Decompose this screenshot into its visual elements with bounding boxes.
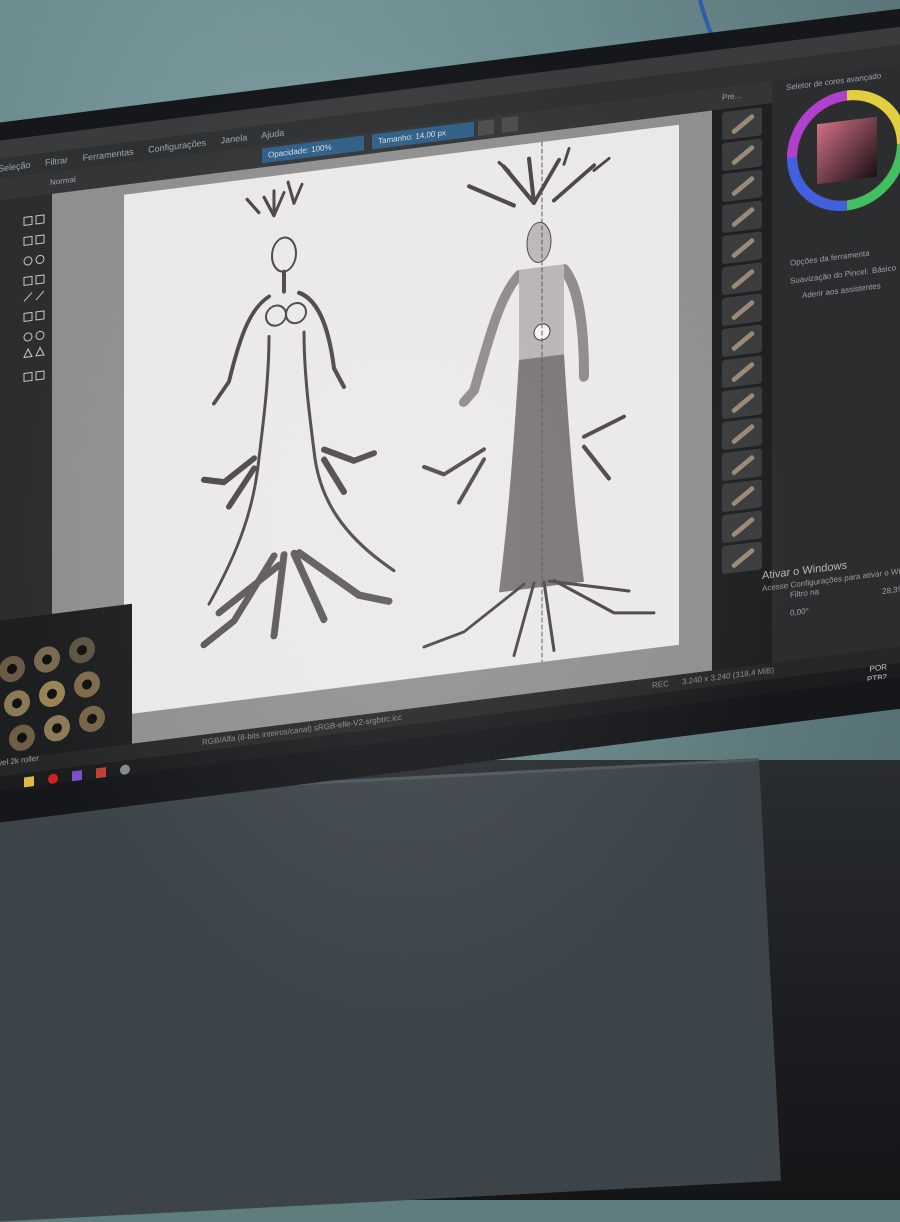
brush-preset-5[interactable] [722,231,762,265]
zoom-readout: 28,3% [882,584,900,597]
brush-preset-13[interactable] [722,479,762,513]
brush-preset-9[interactable] [722,355,762,389]
brush-preset-15[interactable] [722,541,762,575]
color-wheel[interactable] [782,77,900,223]
krita-window: Seleção Filtrar Ferramentas Configuraçõe… [0,23,900,792]
brush-preset-2[interactable] [722,138,762,172]
menu-help[interactable]: Ajuda [261,128,284,141]
mirror-icon[interactable] [478,119,494,137]
tree-figure-sketches [200,141,656,663]
menu-settings[interactable]: Configurações [148,137,206,154]
tool-icons[interactable] [0,194,52,502]
menu-selection[interactable]: Seleção [0,160,31,174]
brush-preset-12[interactable] [722,448,762,482]
rotation-readout: 0,00° [790,606,809,618]
taskbar-app-krita[interactable] [72,770,82,782]
taskbar-app-explorer[interactable] [24,776,34,788]
brush-smoothing-select[interactable]: Básico [872,263,896,275]
brush-smoothing-label: Suavização do Pincel: [790,266,869,286]
brush-preset-14[interactable] [722,510,762,544]
menu-tools[interactable]: Ferramentas [83,147,134,163]
tool-options-title: Opções da ferramenta [790,248,870,268]
snap-assistants-checkbox[interactable]: Aderir aos assistentes [802,281,881,300]
menu-filter[interactable]: Filtrar [45,155,68,168]
brush-preset-3[interactable] [722,169,762,203]
brush-preset-1[interactable] [722,107,762,141]
canvas-area[interactable] [52,110,712,754]
wrap-icon[interactable] [502,116,518,134]
brush-preset-7[interactable] [722,293,762,327]
right-figure-render [422,141,656,663]
brush-preset-8[interactable] [722,324,762,358]
blend-mode-select[interactable]: Normal [50,175,76,187]
taskbar-app-obs[interactable] [120,764,130,776]
brush-preset-11[interactable] [722,417,762,451]
artwork-canvas[interactable] [124,124,679,715]
monitor: Seleção Filtrar Ferramentas Configuraçõe… [0,0,900,1200]
right-docker: Seletor de cores avançado Opções da ferr… [762,60,900,671]
brush-preset-6[interactable] [722,262,762,296]
menu-window[interactable]: Janela [221,132,248,145]
brush-preset-4[interactable] [722,200,762,234]
brush-preset-10[interactable] [722,386,762,420]
taskbar-app-opera[interactable] [48,773,58,785]
left-figure-sketch [200,180,396,649]
taskbar-app-photos[interactable] [96,767,106,779]
